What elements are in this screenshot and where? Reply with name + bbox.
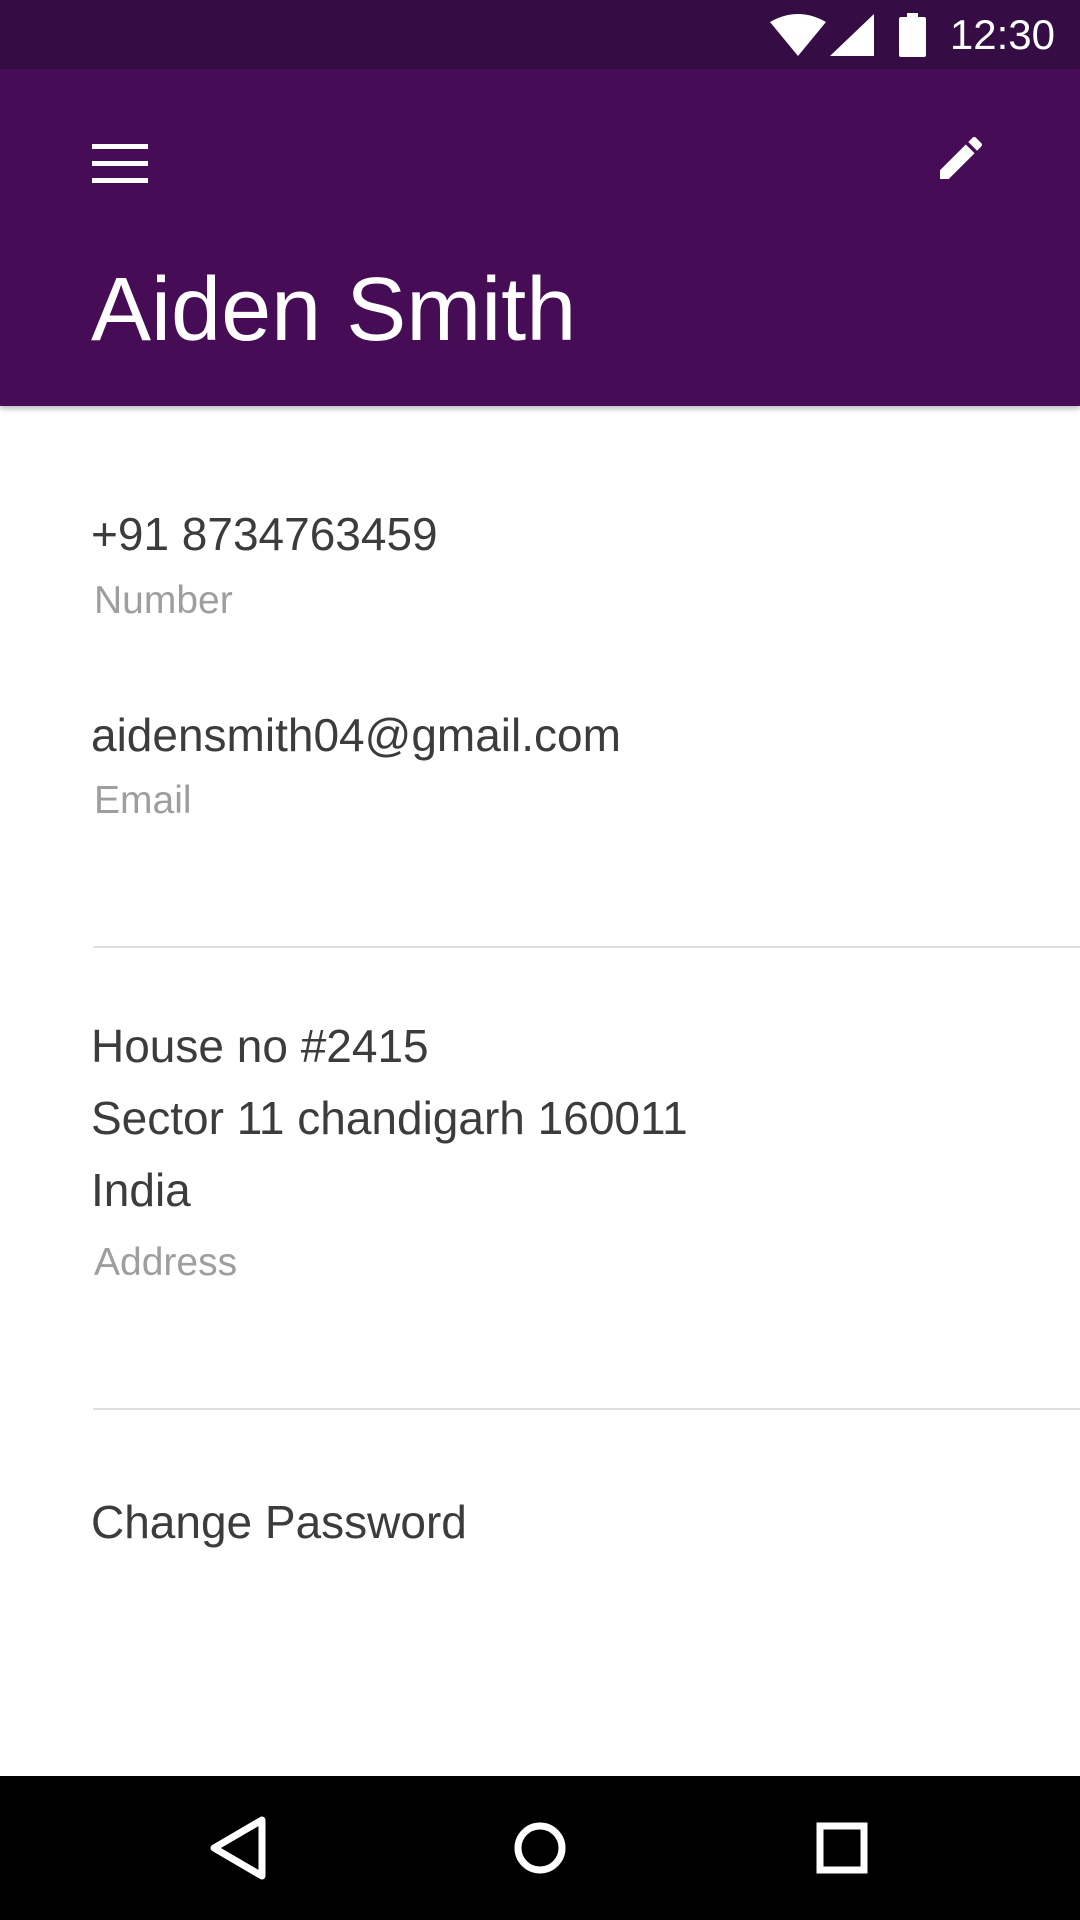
divider	[93, 946, 1080, 948]
divider	[93, 1408, 1080, 1410]
menu-button[interactable]	[75, 119, 165, 209]
recents-icon[interactable]	[792, 1798, 892, 1898]
cell-signal-icon	[830, 14, 874, 56]
change-password-button[interactable]: Change Password	[91, 1494, 467, 1550]
status-bar: 12:30	[0, 0, 1080, 69]
address-label: Address	[94, 1241, 238, 1284]
battery-icon	[899, 13, 926, 57]
address-line-3: India	[91, 1164, 191, 1216]
wifi-icon	[770, 14, 826, 56]
pencil-edit-icon	[940, 136, 983, 179]
phone-number-label: Number	[94, 579, 233, 622]
status-clock: 12:30	[949, 11, 1055, 58]
address-line-1: House no #2415	[91, 1020, 429, 1072]
hamburger-menu-icon	[92, 144, 148, 183]
address-line-2: Sector 11 chandigarh 160011	[91, 1092, 688, 1144]
back-icon[interactable]	[190, 1798, 290, 1898]
profile-details: +91 8734763459 Number aidensmith04@gmail…	[0, 406, 1080, 1776]
email-label: Email	[94, 779, 192, 822]
app-bar: Aiden Smith	[0, 69, 1080, 406]
home-icon[interactable]	[490, 1798, 590, 1898]
phone-number-value: +91 8734763459	[91, 508, 438, 560]
page-title: Aiden Smith	[91, 260, 577, 360]
navigation-bar	[0, 1776, 1080, 1920]
edit-profile-button[interactable]	[914, 111, 1004, 201]
email-value: aidensmith04@gmail.com	[91, 709, 621, 761]
address-value: House no #2415 Sector 11 chandigarh 1600…	[91, 1010, 688, 1226]
